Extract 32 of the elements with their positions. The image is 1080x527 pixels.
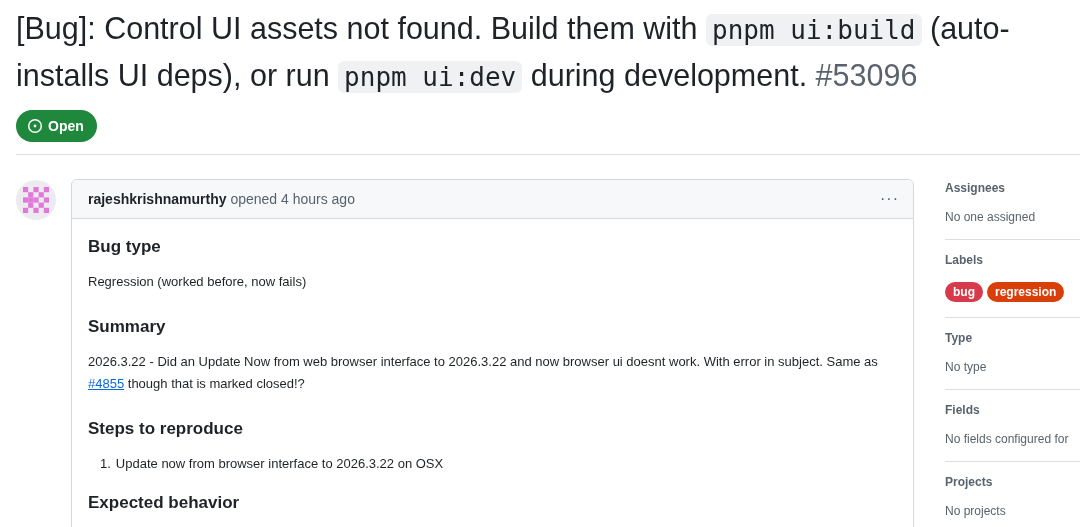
label-tag[interactable]: bug — [945, 282, 983, 302]
list-marker: 1. — [100, 455, 111, 473]
section-heading: Expected behavior — [88, 493, 241, 513]
inline-code: pnpm ui:dev — [338, 61, 523, 93]
sidebar-heading[interactable]: Fields — [945, 403, 1080, 417]
issue-number: #53096 — [815, 58, 918, 92]
sidebar-value: No projects — [945, 504, 1007, 518]
inline-code: pnpm ui:build — [706, 14, 922, 46]
status-badge: Open — [16, 110, 97, 142]
avatar[interactable] — [16, 180, 56, 220]
open-circle-icon — [27, 118, 43, 134]
issue-title: [Bug]: Control UI assets not found. Build them with — [16, 11, 699, 45]
sidebar-heading[interactable]: Type — [945, 331, 1080, 345]
label-tag[interactable]: regression — [987, 282, 1065, 302]
section-heading: Summary — [88, 317, 167, 337]
paragraph: Regression (worked before, now fails) — [88, 273, 308, 291]
comment-byline: rajeshkrishnamurthy opened 4 hours ago — [88, 191, 355, 207]
issue-title: during development. — [529, 58, 809, 92]
list-item: Update now from browser interface to 2026.3.22 on OSX — [115, 455, 444, 473]
section-heading: Steps to reproduce — [88, 419, 244, 439]
sidebar-value: No type — [945, 360, 988, 374]
more-options-button[interactable]: ··· — [876, 190, 903, 208]
sidebar-heading[interactable]: Assignees — [945, 181, 1080, 195]
sidebar-value: No one assigned — [945, 210, 1037, 224]
paragraph: 2026.3.22 - Did an Update Now from web browser interface to 2026.3.22 and now browser ui doesnt work. With error in subject. Same as #4855 though that is marked closed!? — [88, 353, 879, 393]
issue-link[interactable]: #4855 — [88, 376, 125, 391]
issue-title: (auto- — [928, 11, 1010, 45]
issue-title: installs UI deps), or run — [16, 58, 331, 92]
sidebar-heading[interactable]: Projects — [945, 475, 1080, 489]
section-heading: Bug type — [88, 237, 162, 257]
sidebar-heading[interactable]: Labels — [945, 253, 1080, 267]
sidebar-value: No fields configured for — [945, 432, 1070, 446]
